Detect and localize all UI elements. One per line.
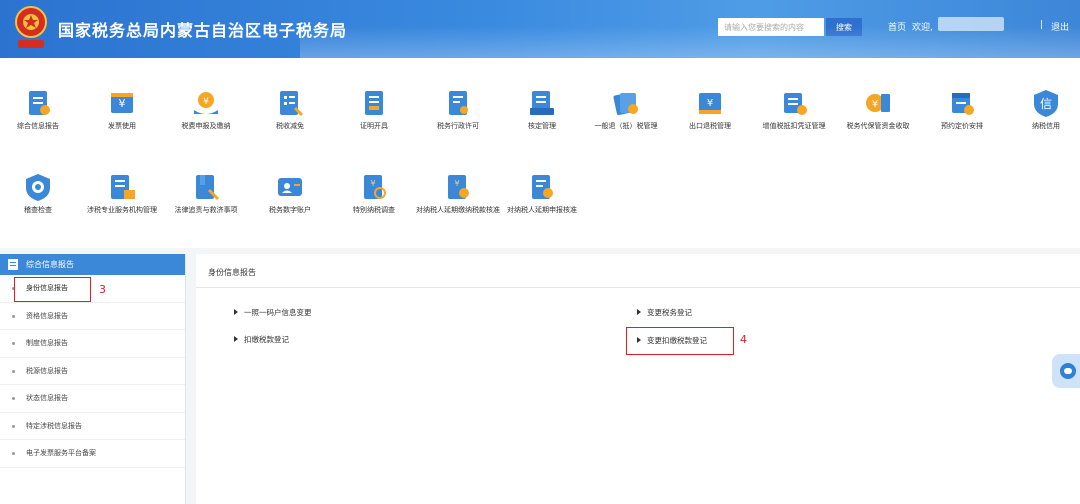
bullet-icon [12, 342, 15, 345]
digital-account-icon [278, 178, 302, 196]
svg-text:¥: ¥ [119, 97, 126, 110]
divider [196, 287, 1080, 288]
svg-text:¥: ¥ [707, 98, 713, 109]
highlight-box-step3 [14, 277, 91, 302]
custody-fund-icon: ¥ [866, 94, 890, 112]
triangle-right-icon [234, 336, 238, 342]
link-withholding-registration[interactable]: 扣缴税款登记 [234, 334, 289, 345]
menu-item-deferred-payment[interactable]: ¥ 对纳税人延期缴纳税款核准 [416, 172, 500, 216]
deferred-filing-icon [532, 175, 553, 199]
menu-item-special-investigation[interactable]: ¥ 特别纳税调查 [332, 172, 416, 216]
inspection-icon [26, 174, 50, 201]
invoice-icon: ¥ [111, 93, 133, 113]
menu-item-export-refund[interactable]: ¥ 出口退税管理 [668, 88, 752, 132]
svg-text:信: 信 [1040, 97, 1052, 111]
assessment-icon [530, 91, 554, 115]
welcome-label: 欢迎, [912, 23, 933, 33]
menu-item-tax-relief[interactable]: 税收减免 [248, 88, 332, 132]
sidebar-item-qualification[interactable]: 资格信息报告 [0, 303, 185, 330]
main-panel: 身份信息报告 一照一码户信息变更 扣缴税款登记 变更税务登记 变更扣缴税款登记 [196, 254, 1080, 504]
credit-icon: 信 [1034, 90, 1058, 117]
menu-item-report[interactable]: 综合信息报告 [0, 88, 80, 132]
special-investigation-icon: ¥ [364, 175, 386, 199]
bullet-icon [12, 397, 15, 400]
site-title: 国家税务总局内蒙古自治区电子税务局 [58, 21, 348, 40]
national-emblem-icon [15, 6, 47, 48]
page-title: 身份信息报告 [208, 268, 256, 277]
svg-text:¥: ¥ [370, 179, 375, 188]
svg-text:¥: ¥ [872, 99, 878, 110]
sidebar-title: 综合信息报告 [26, 260, 74, 269]
permit-icon [449, 91, 468, 115]
menu-item-digital-account[interactable]: 税务数字账户 [248, 172, 332, 216]
menu-item-pricing[interactable]: 预约定价安排 [920, 88, 1004, 132]
menu-item-certificate[interactable]: 证明开具 [332, 88, 416, 132]
sidebar-header: 综合信息报告 [0, 254, 185, 275]
sidebar-item-tax-source[interactable]: 税源信息报告 [0, 358, 185, 385]
document-icon [8, 259, 18, 270]
highlight-box-step4 [626, 327, 734, 355]
menu-item-invoice[interactable]: ¥ 发票使用 [80, 88, 164, 132]
menu-item-deferred-filing[interactable]: 对纳税人延期申报核准 [500, 172, 584, 216]
sidebar-item-system[interactable]: 制度信息报告 [0, 330, 185, 358]
chat-icon [1060, 363, 1076, 379]
search-input[interactable] [718, 18, 824, 36]
header-separator: | [1040, 20, 1044, 30]
menu-item-credit[interactable]: 信 纳税信用 [1004, 88, 1080, 132]
bullet-icon [12, 369, 15, 373]
menu-item-assessment[interactable]: 核定管理 [500, 88, 584, 132]
menu-item-tax-payment[interactable]: ¥ 税费申报及缴纳 [164, 88, 248, 132]
sidebar-item-e-invoice-filing[interactable]: 电子发票服务平台备案 [0, 440, 185, 468]
step-marker-4: 4 [740, 333, 747, 346]
triangle-right-icon [234, 309, 238, 315]
tax-relief-icon [280, 91, 304, 117]
svg-text:¥: ¥ [203, 97, 209, 107]
certificate-icon [365, 91, 383, 115]
service-menu: 综合信息报告 ¥ 发票使用 ¥ 税费申报及缴纳 税收减免 证明开具 税务行政许可… [0, 58, 1080, 248]
agency-icon [111, 175, 135, 199]
bullet-icon [12, 424, 15, 428]
tax-payment-icon: ¥ [194, 92, 218, 114]
menu-item-permit[interactable]: 税务行政许可 [416, 88, 500, 132]
menu-item-agency[interactable]: 涉税专业服务机构管理 [80, 172, 164, 216]
deferred-payment-icon: ¥ [448, 175, 469, 199]
pricing-icon [952, 93, 974, 115]
username-redacted [938, 17, 1004, 31]
vat-voucher-icon [784, 93, 807, 115]
export-refund-icon: ¥ [699, 93, 721, 114]
step-marker-3: 3 [99, 283, 106, 296]
menu-item-inspection[interactable]: 稽查检查 [0, 172, 80, 216]
menu-item-vat-voucher[interactable]: 增值税抵扣凭证管理 [752, 88, 836, 132]
sidebar-item-specific-tax[interactable]: 特定涉税信息报告 [0, 413, 185, 440]
online-service-button[interactable] [1052, 354, 1080, 388]
legal-icon [196, 175, 220, 201]
link-unified-code-change[interactable]: 一照一码户信息变更 [234, 307, 312, 318]
bullet-icon [12, 314, 15, 318]
menu-item-legal[interactable]: 法律追责与救济事项 [164, 172, 248, 216]
refund-icon [613, 92, 638, 116]
report-icon [29, 91, 50, 115]
search-button[interactable]: 搜索 [826, 18, 862, 36]
home-link[interactable]: 首页 [888, 20, 906, 33]
bullet-icon [12, 452, 15, 455]
site-header: 国家税务总局内蒙古自治区电子税务局 搜索 首页 欢迎, | 退出 [0, 0, 1080, 58]
logout-link[interactable]: 退出 [1051, 20, 1069, 33]
sidebar-item-status[interactable]: 状态信息报告 [0, 385, 185, 413]
menu-item-refund[interactable]: 一般退（抵）税管理 [584, 88, 668, 132]
menu-item-custody-fund[interactable]: ¥ 税务代保管资金收取 [836, 88, 920, 132]
svg-text:¥: ¥ [454, 179, 459, 188]
link-change-tax-registration[interactable]: 变更税务登记 [637, 307, 692, 318]
triangle-right-icon [637, 309, 641, 315]
